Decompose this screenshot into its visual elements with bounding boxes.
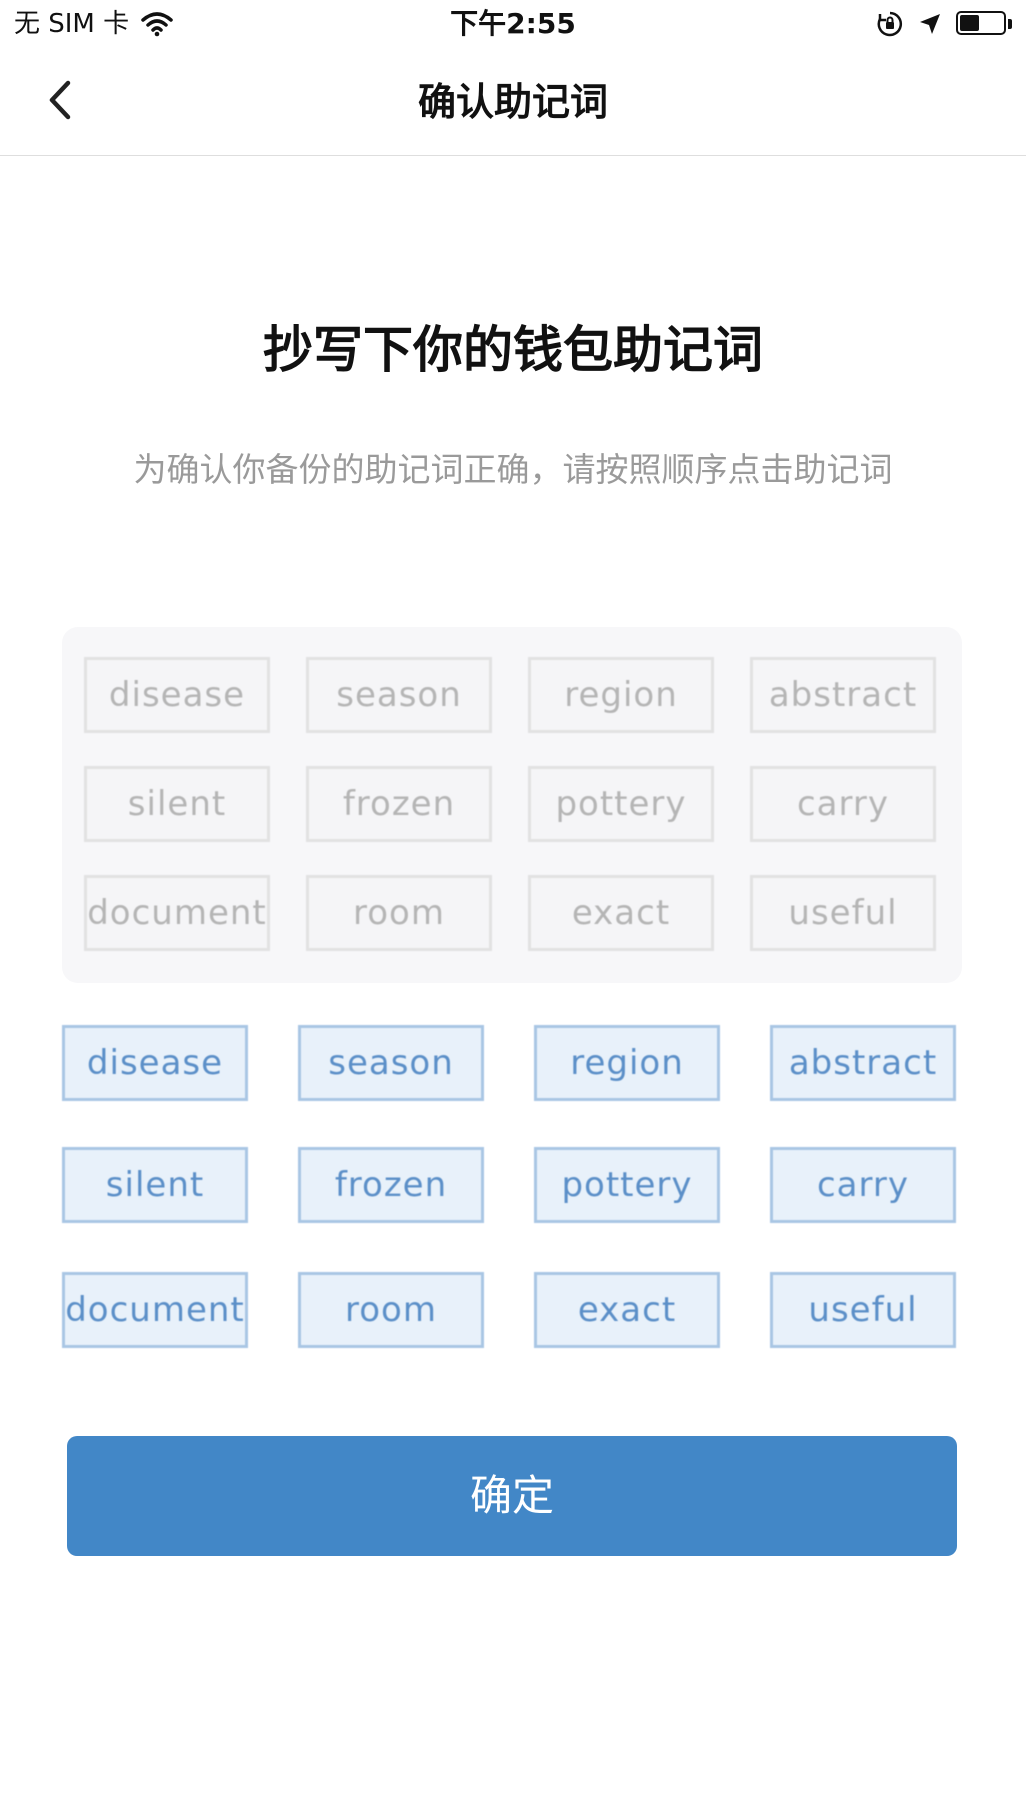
selected-word-10[interactable]: room (306, 875, 492, 951)
word-option-7[interactable]: pottery (534, 1147, 720, 1223)
nav-title: 确认助记词 (417, 80, 608, 124)
selected-word-4[interactable]: abstract (750, 657, 936, 733)
selected-word-12[interactable]: useful (750, 875, 936, 951)
battery-icon (956, 11, 1012, 37)
word-option-9[interactable]: document (62, 1272, 248, 1348)
selected-word-6[interactable]: frozen (306, 766, 492, 842)
selected-word-3[interactable]: region (528, 657, 714, 733)
orientation-lock-icon (877, 11, 903, 37)
selected-word-9[interactable]: document (84, 875, 270, 951)
confirm-button[interactable]: 确定 (67, 1436, 957, 1556)
page-subtitle: 为确认你备份的助记词正确，请按照顺序点击助记词 (133, 450, 893, 489)
word-option-3[interactable]: region (534, 1025, 720, 1101)
selected-word-1[interactable]: disease (84, 657, 270, 733)
word-option-8[interactable]: carry (770, 1147, 956, 1223)
page-title: 抄写下你的钱包助记词 (263, 321, 763, 379)
status-time: 下午2:55 (450, 7, 576, 40)
selected-word-8[interactable]: carry (750, 766, 936, 842)
word-option-1[interactable]: disease (62, 1025, 248, 1101)
word-option-5[interactable]: silent (62, 1147, 248, 1223)
location-arrow-icon (920, 14, 940, 34)
nav-bar: 确认助记词 (0, 48, 1026, 156)
status-right (876, 6, 1012, 42)
status-bar: 无 SIM 卡 下午2:55 (0, 0, 1026, 48)
word-option-4[interactable]: abstract (770, 1025, 956, 1101)
word-option-12[interactable]: useful (770, 1272, 956, 1348)
selected-word-7[interactable]: pottery (528, 766, 714, 842)
selected-word-11[interactable]: exact (528, 875, 714, 951)
selected-word-5[interactable]: silent (84, 766, 270, 842)
word-option-10[interactable]: room (298, 1272, 484, 1348)
selected-words-panel: disease season region abstract silent fr… (62, 627, 962, 983)
word-option-2[interactable]: season (298, 1025, 484, 1101)
word-option-11[interactable]: exact (534, 1272, 720, 1348)
word-option-6[interactable]: frozen (298, 1147, 484, 1223)
selected-word-2[interactable]: season (306, 657, 492, 733)
